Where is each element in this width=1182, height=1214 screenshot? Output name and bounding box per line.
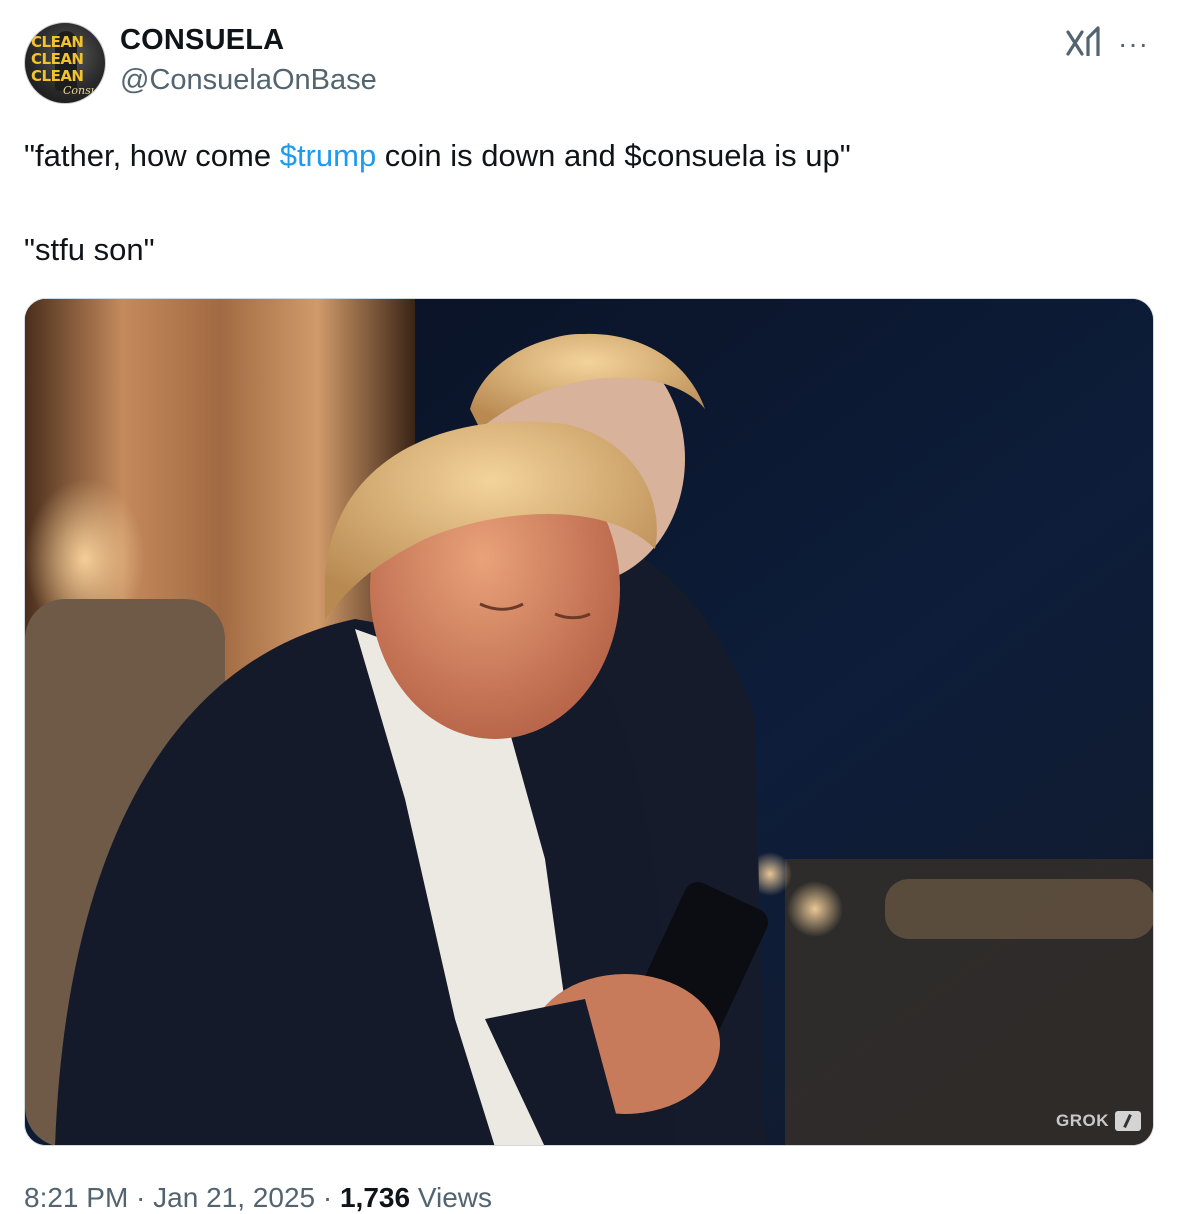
tweet-time[interactable]: 8:21 PM [24,1182,128,1213]
avatar-text-3: CLEAN [31,67,84,85]
grok-watermark-label: GROK [1056,1111,1109,1130]
tweet-text-line-2: "stfu son" [24,232,155,267]
tweet-text-start: "father, how come [24,138,280,173]
tweet-text-line-1: "father, how come $trump coin is down an… [24,136,851,176]
media-illustration [25,299,1153,1145]
cashtag-link[interactable]: $trump [280,138,376,173]
more-icon[interactable]: ··· [1118,28,1149,60]
tweet-metadata: 8:21 PM · Jan 21, 2025 · 1,736 Views [24,1182,492,1214]
tweet-date[interactable]: Jan 21, 2025 [153,1182,315,1213]
meta-separator: · [128,1182,154,1213]
meta-separator: · [315,1182,340,1213]
views-count: 1,736 [339,1182,411,1213]
avatar-text-1: CLEAN [31,33,84,51]
avatar-text-2: CLEAN [31,50,84,68]
grok-icon[interactable] [1064,24,1104,60]
author-handle[interactable]: @ConsuelaOnBase [120,64,377,97]
tweet-media-image[interactable]: GROK [24,298,1154,1146]
grok-watermark-icon [1115,1111,1141,1131]
tweet-text-end: coin is down and $consuela is up" [376,138,851,173]
avatar-signature: Consuela [63,84,105,97]
views-label: Views [410,1182,493,1213]
avatar[interactable]: CLEAN CLEAN CLEAN Consuela [24,22,106,104]
author-name[interactable]: CONSUELA [120,24,284,57]
grok-watermark: GROK [1056,1111,1141,1131]
